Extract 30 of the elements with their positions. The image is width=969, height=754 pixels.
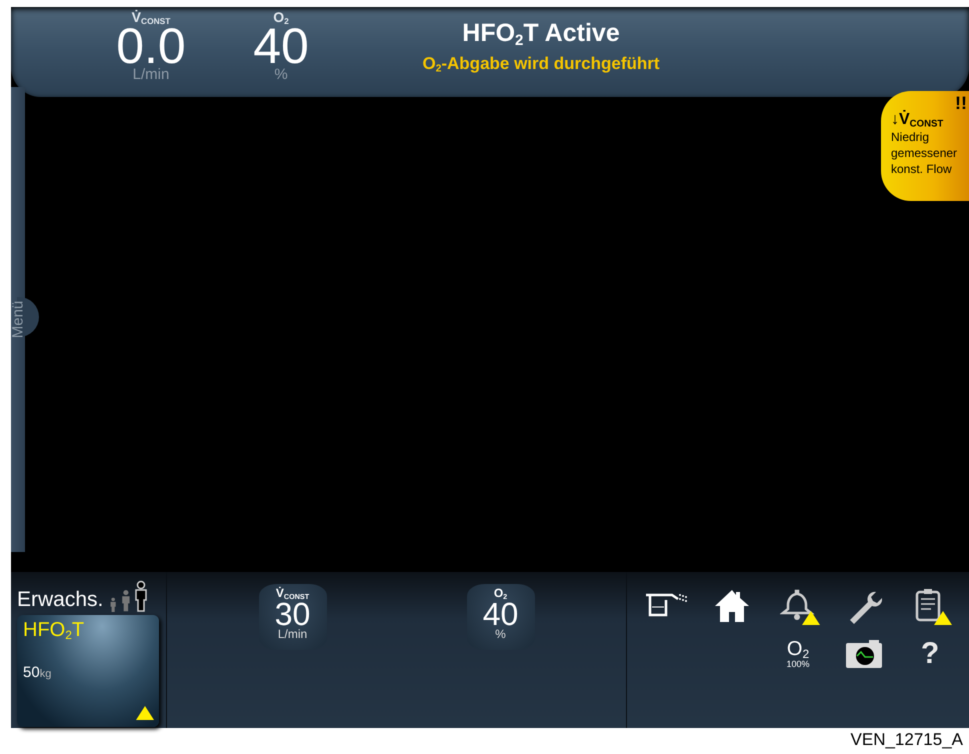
parameter-value: 0.0 [116,25,186,67]
setting-knob[interactable]: V̇$_{CONST}$ 30 L/min [258,584,326,650]
patient-weight: 50kg [23,664,52,681]
menu-tab[interactable]: Menü [11,87,39,552]
setting-knob[interactable]: O$_{2}$ 40 % [466,584,534,650]
figure-caption: VEN_12715_A [850,730,963,750]
alarm-panel[interactable]: !! ↓V̇$_{CONST}$ Niedrig gemessener konst. Flow [881,91,969,201]
o2-button[interactable]: O$_{2}$ 100% [775,634,821,674]
camera-icon [845,639,883,669]
parameter-unit: L/min [132,67,170,82]
person-icon[interactable] [133,580,150,612]
mode-card[interactable]: HFO$_{2}$T 50kg [17,615,159,727]
warning-icon [933,610,953,626]
patient-category: Erwachs. [17,588,104,612]
parameter-unit: % [274,67,288,82]
oxygen-label: O$_{2}$ [786,639,810,659]
oxygen-percentage: 100% [786,659,810,669]
mode-name: HFO$_{2}$T [23,619,86,642]
parameter-label: V̇$_{CONST}$ [132,9,170,25]
warning-icon [801,610,821,626]
parameter-value: 40 [253,25,309,67]
home-icon [713,588,751,624]
help-button[interactable]: ? [907,634,953,674]
status-message: O$_{2}$-Abgabe wird durchgeführt [422,54,660,74]
parameter-label: O$_{2}$ [273,9,289,25]
bell-icon [780,589,816,623]
alarm-message: Niedrig gemessener konst. Flow [891,129,958,177]
alarm-priority: !! [955,95,967,111]
mode-title: HFO$_{2}$T Active [462,19,620,48]
alarm-parameter: ↓V̇$_{CONST}$ [891,111,944,129]
